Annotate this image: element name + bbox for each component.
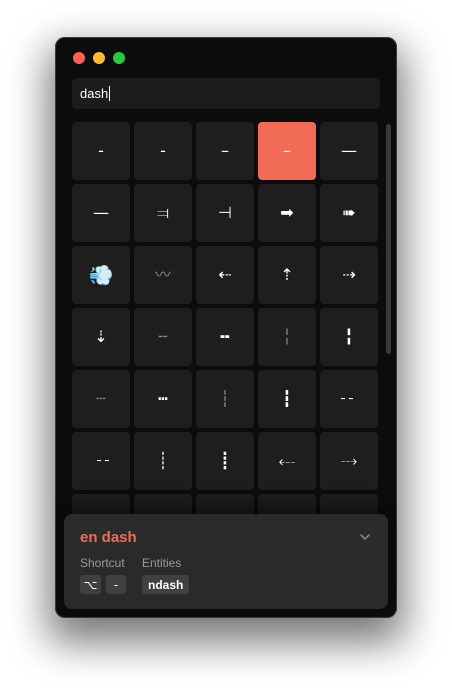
search-query: dash bbox=[80, 86, 109, 101]
character-cell[interactable]: ⇠ bbox=[196, 246, 254, 304]
text-caret bbox=[109, 86, 111, 101]
character-cell[interactable]: ╏ bbox=[320, 308, 378, 366]
character-cell[interactable]: ⇣ bbox=[72, 308, 130, 366]
zoom-button[interactable] bbox=[113, 52, 125, 64]
search-input[interactable]: dash bbox=[80, 86, 111, 101]
close-button[interactable] bbox=[73, 52, 85, 64]
character-cell[interactable]: — bbox=[320, 122, 378, 180]
shortcut-label: Shortcut bbox=[80, 556, 125, 570]
character-cell[interactable]: 💨 bbox=[72, 246, 130, 304]
character-cell[interactable]: ⇢ bbox=[320, 246, 378, 304]
character-cell[interactable]: - bbox=[134, 122, 192, 180]
character-cell[interactable]: ┄ bbox=[72, 370, 130, 428]
hyphen-key: - bbox=[106, 575, 126, 594]
grid-scrollbar[interactable] bbox=[386, 124, 391, 354]
character-cell[interactable]: ┋ bbox=[196, 432, 254, 490]
option-key: ⌥ bbox=[80, 575, 101, 594]
character-cell[interactable]: ➡ bbox=[258, 184, 316, 242]
character-cell[interactable]: ╎ bbox=[258, 308, 316, 366]
character-cell[interactable]: ┊ bbox=[134, 432, 192, 490]
character-cell[interactable]: ╴╴ bbox=[320, 370, 378, 428]
character-cell-selected[interactable]: – bbox=[258, 122, 316, 180]
character-cell[interactable]: ⊣ bbox=[196, 184, 254, 242]
character-grid: - - – – — — ⫤ ⊣ ➡ ➠ 💨 〰 ⇠ ⇡ ⇢ ⇣ ╌ ╍ ╎ ╏ … bbox=[72, 122, 382, 552]
character-cell[interactable]: ┇ bbox=[258, 370, 316, 428]
chevron-down-icon[interactable] bbox=[358, 530, 372, 544]
minimize-button[interactable] bbox=[93, 52, 105, 64]
character-cell[interactable]: ╍ bbox=[196, 308, 254, 366]
character-cell[interactable]: ╶╶ bbox=[72, 432, 130, 490]
character-cell[interactable]: ┅ bbox=[134, 370, 192, 428]
character-cell[interactable]: ➠ bbox=[320, 184, 378, 242]
character-cell[interactable]: ┆ bbox=[196, 370, 254, 428]
character-cell[interactable]: ╌ bbox=[134, 308, 192, 366]
entity-badge[interactable]: ndash bbox=[142, 575, 190, 594]
character-cell[interactable]: — bbox=[72, 184, 130, 242]
character-cell[interactable]: – bbox=[196, 122, 254, 180]
search-field[interactable]: dash bbox=[72, 78, 380, 109]
character-cell[interactable]: ⇡ bbox=[258, 246, 316, 304]
character-cell[interactable]: ⤏ bbox=[320, 432, 378, 490]
entities-label: Entities bbox=[142, 556, 182, 570]
character-cell[interactable]: - bbox=[72, 122, 130, 180]
character-cell[interactable]: ⤎ bbox=[258, 432, 316, 490]
character-name: en dash bbox=[80, 529, 137, 546]
character-cell[interactable]: ⫤ bbox=[134, 184, 192, 242]
character-cell[interactable]: 〰 bbox=[134, 246, 192, 304]
app-window: dash - - – – — — ⫤ ⊣ ➡ ➠ 💨 〰 ⇠ ⇡ ⇢ ⇣ ╌ ╍… bbox=[55, 37, 397, 618]
character-detail-panel: en dash Shortcut Entities ⌥ - ndash bbox=[64, 514, 388, 609]
